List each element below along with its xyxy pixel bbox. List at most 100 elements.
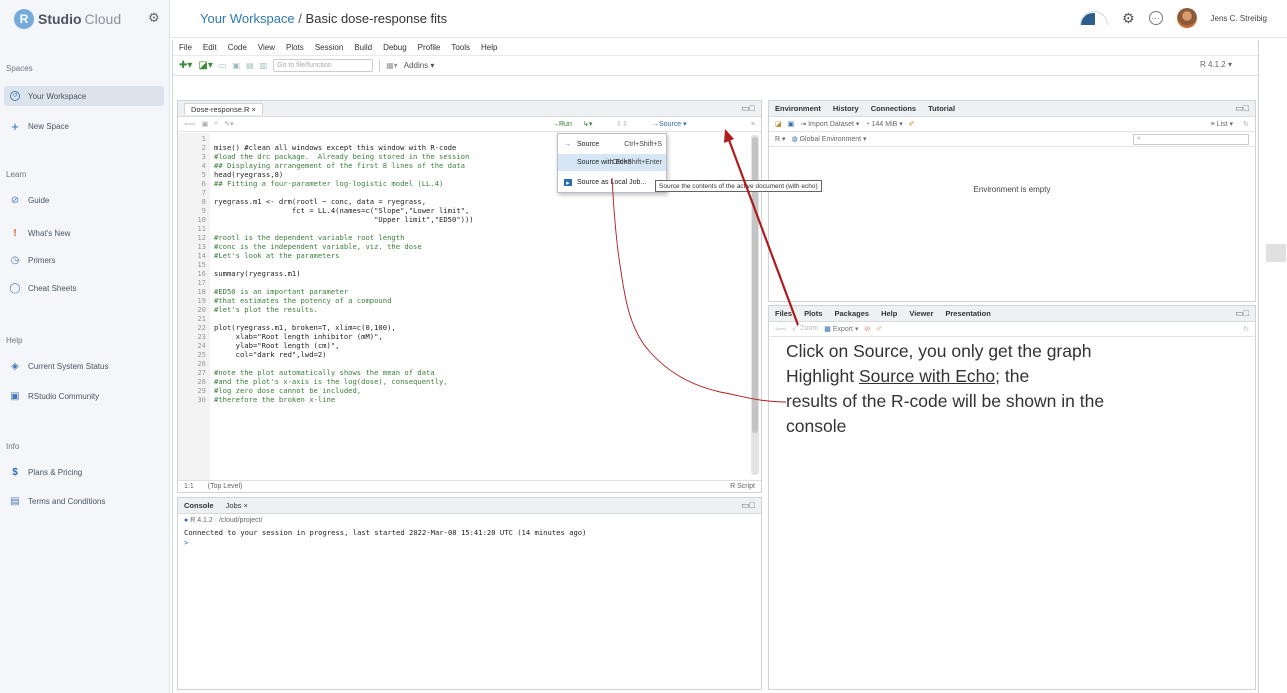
- code-line[interactable]: 25 col="dark red",lwd=2): [178, 350, 749, 359]
- tab-packages[interactable]: Packages: [834, 309, 869, 318]
- source-button[interactable]: →Source ▾: [652, 120, 687, 128]
- code-line[interactable]: 26: [178, 359, 749, 368]
- code-line[interactable]: 21: [178, 314, 749, 323]
- menu-session[interactable]: Session: [315, 43, 343, 52]
- code-line[interactable]: 14 #Let's look at the parameters: [178, 251, 749, 260]
- tab-console[interactable]: Console: [184, 501, 214, 510]
- plot-nav-arrows-icon[interactable]: ⇦⇨: [775, 325, 787, 333]
- clear-plots-icon[interactable]: ✐: [876, 325, 882, 333]
- tab-help[interactable]: Help: [881, 309, 897, 318]
- zoom-button[interactable]: ⤢ Zoom: [793, 325, 818, 333]
- r-version-indicator[interactable]: R 4.1.2 ▾: [1200, 60, 1232, 69]
- code-line[interactable]: 24 ylab="Root length (cm)",: [178, 341, 749, 350]
- code-line[interactable]: 12 #rootl is the dependent variable root …: [178, 233, 749, 242]
- sidebar-item-terms[interactable]: ▤ Terms and Conditions: [4, 491, 164, 511]
- code-tools-icon[interactable]: ✎▾: [224, 120, 233, 128]
- rerun-icon[interactable]: ↳▾: [583, 120, 592, 128]
- new-file-icon[interactable]: ✚▾: [179, 60, 192, 71]
- settings-gear-icon[interactable]: ⚙: [1122, 10, 1135, 27]
- tab-tutorial[interactable]: Tutorial: [928, 104, 955, 113]
- sidebar-item-plans-pricing[interactable]: $ Plans & Pricing: [4, 462, 164, 482]
- sidebar-item-whats-new[interactable]: ! What's New: [4, 223, 164, 243]
- tab-connections[interactable]: Connections: [871, 104, 916, 113]
- save-icon[interactable]: ▣: [202, 120, 209, 128]
- menu-tools[interactable]: Tools: [451, 43, 470, 52]
- menu-item-source[interactable]: → Source Ctrl+Shift+S: [558, 136, 666, 153]
- refresh-icon[interactable]: ↻: [1243, 120, 1249, 128]
- code-line[interactable]: 20 #let's plot the results.: [178, 305, 749, 314]
- pane-window-controls-icon[interactable]: ▭□: [741, 500, 755, 511]
- code-line[interactable]: 30 #therefore the broken x-line: [178, 395, 749, 404]
- tab-environment[interactable]: Environment: [775, 104, 821, 113]
- breadcrumb-workspace-link[interactable]: Your Workspace: [200, 11, 295, 26]
- pane-window-controls-icon[interactable]: ▭□: [1235, 103, 1249, 114]
- code-line[interactable]: 13 #conc is the independent variable, viz…: [178, 242, 749, 251]
- menu-file[interactable]: File: [179, 43, 192, 52]
- sidebar-item-community[interactable]: ▣ RStudio Community: [4, 386, 164, 406]
- resource-gauge-icon[interactable]: [1079, 11, 1108, 25]
- list-view-dropdown[interactable]: ≡ List ▾: [1211, 120, 1233, 128]
- code-line[interactable]: 10 "Upper limit","ED50"))): [178, 215, 749, 224]
- tab-viewer[interactable]: Viewer: [909, 309, 933, 318]
- tab-presentation[interactable]: Presentation: [945, 309, 990, 318]
- code-line[interactable]: 22 plot(ryegrass.m1, broken=T, xlim=c(0,1…: [178, 323, 749, 332]
- tab-history[interactable]: History: [833, 104, 859, 113]
- search-icon[interactable]: ⌕: [214, 120, 218, 128]
- open-file-icon[interactable]: ▭: [219, 61, 227, 70]
- menu-edit[interactable]: Edit: [203, 43, 217, 52]
- tab-dose-response-file[interactable]: Dose-response.R ×: [184, 102, 263, 115]
- remove-plot-icon[interactable]: ⊘: [864, 325, 870, 333]
- menu-view[interactable]: View: [258, 43, 275, 52]
- global-environment-dropdown[interactable]: ◍ Global Environment ▾: [792, 135, 867, 143]
- menu-item-source-as-local-job[interactable]: ▸ Source as Local Job...: [558, 174, 666, 191]
- pane-window-controls-icon[interactable]: ▭□: [1235, 308, 1249, 319]
- user-name[interactable]: Jens C. Streibig: [1211, 14, 1267, 23]
- avatar[interactable]: [1176, 8, 1197, 28]
- code-line[interactable]: 8 ryegrass.m1 <- drm(rootl ~ conc, data =…: [178, 197, 749, 206]
- menu-debug[interactable]: Debug: [383, 43, 407, 52]
- navigate-icon[interactable]: ⇧⇩: [616, 120, 628, 128]
- menu-profile[interactable]: Profile: [418, 43, 441, 52]
- addins-button[interactable]: Addins ▾: [404, 61, 435, 70]
- code-line[interactable]: 19 #that estimates the potency of a compo…: [178, 296, 749, 305]
- menu-build[interactable]: Build: [354, 43, 372, 52]
- print-icon[interactable]: ▥: [260, 61, 268, 70]
- code-line[interactable]: 17: [178, 278, 749, 287]
- import-dataset-button[interactable]: ⇥ Import Dataset ▾: [800, 120, 859, 128]
- goto-file-input[interactable]: Go to file/function: [273, 59, 374, 72]
- export-button[interactable]: ▦ Export ▾: [824, 325, 858, 333]
- save-all-icon[interactable]: ▤: [246, 61, 254, 70]
- code-line[interactable]: 29 #log zero dose cannot be included,: [178, 386, 749, 395]
- pane-window-controls-icon[interactable]: ▭□: [741, 103, 755, 114]
- sidebar-item-cheat-sheets[interactable]: ◯ Cheat Sheets: [4, 278, 164, 298]
- brand-logo[interactable]: R Studio Cloud: [14, 8, 121, 30]
- refresh-icon[interactable]: ↻: [1243, 325, 1249, 333]
- tab-plots[interactable]: Plots: [804, 309, 822, 318]
- sidebar-item-primers[interactable]: ◷ Primers: [4, 250, 164, 270]
- sidebar-item-system-status[interactable]: ◈ Current System Status: [4, 356, 164, 376]
- code-line[interactable]: 15: [178, 260, 749, 269]
- clear-broom-icon[interactable]: ✐: [909, 120, 915, 128]
- back-arrow-icon[interactable]: ⇦⇨: [184, 120, 196, 128]
- menu-item-source-with-echo[interactable]: Source with Echo Ctrl+Shift+Enter: [558, 154, 666, 171]
- code-line[interactable]: 23 xlab="Root length inhibitor (mM)",: [178, 332, 749, 341]
- run-button[interactable]: →Run: [552, 121, 572, 128]
- tab-jobs[interactable]: Jobs ×: [226, 501, 248, 510]
- file-type-indicator[interactable]: R Script: [730, 483, 755, 490]
- console-prompt[interactable]: >: [184, 538, 188, 547]
- document-outline-icon[interactable]: ≡: [751, 121, 755, 128]
- code-line[interactable]: 11: [178, 224, 749, 233]
- scope-indicator[interactable]: (Top Level): [208, 483, 243, 490]
- menu-help[interactable]: Help: [481, 43, 497, 52]
- sidebar-item-new-space[interactable]: + New Space: [4, 116, 164, 136]
- save-icon[interactable]: ▣: [232, 61, 240, 70]
- tab-files[interactable]: Files: [775, 309, 792, 318]
- environment-search-input[interactable]: ⌕: [1133, 134, 1249, 145]
- load-workspace-icon[interactable]: ◪: [775, 120, 782, 128]
- menu-plots[interactable]: Plots: [286, 43, 304, 52]
- workspace-panes-icon[interactable]: ▦▾: [386, 61, 398, 70]
- language-dropdown[interactable]: R ▾: [775, 135, 786, 143]
- code-line[interactable]: 9 fct = LL.4(names=c("Slope","Lower limi…: [178, 206, 749, 215]
- settings-gear-icon[interactable]: ⚙: [148, 10, 160, 26]
- sidebar-item-guide[interactable]: ⊘ Guide: [4, 190, 164, 210]
